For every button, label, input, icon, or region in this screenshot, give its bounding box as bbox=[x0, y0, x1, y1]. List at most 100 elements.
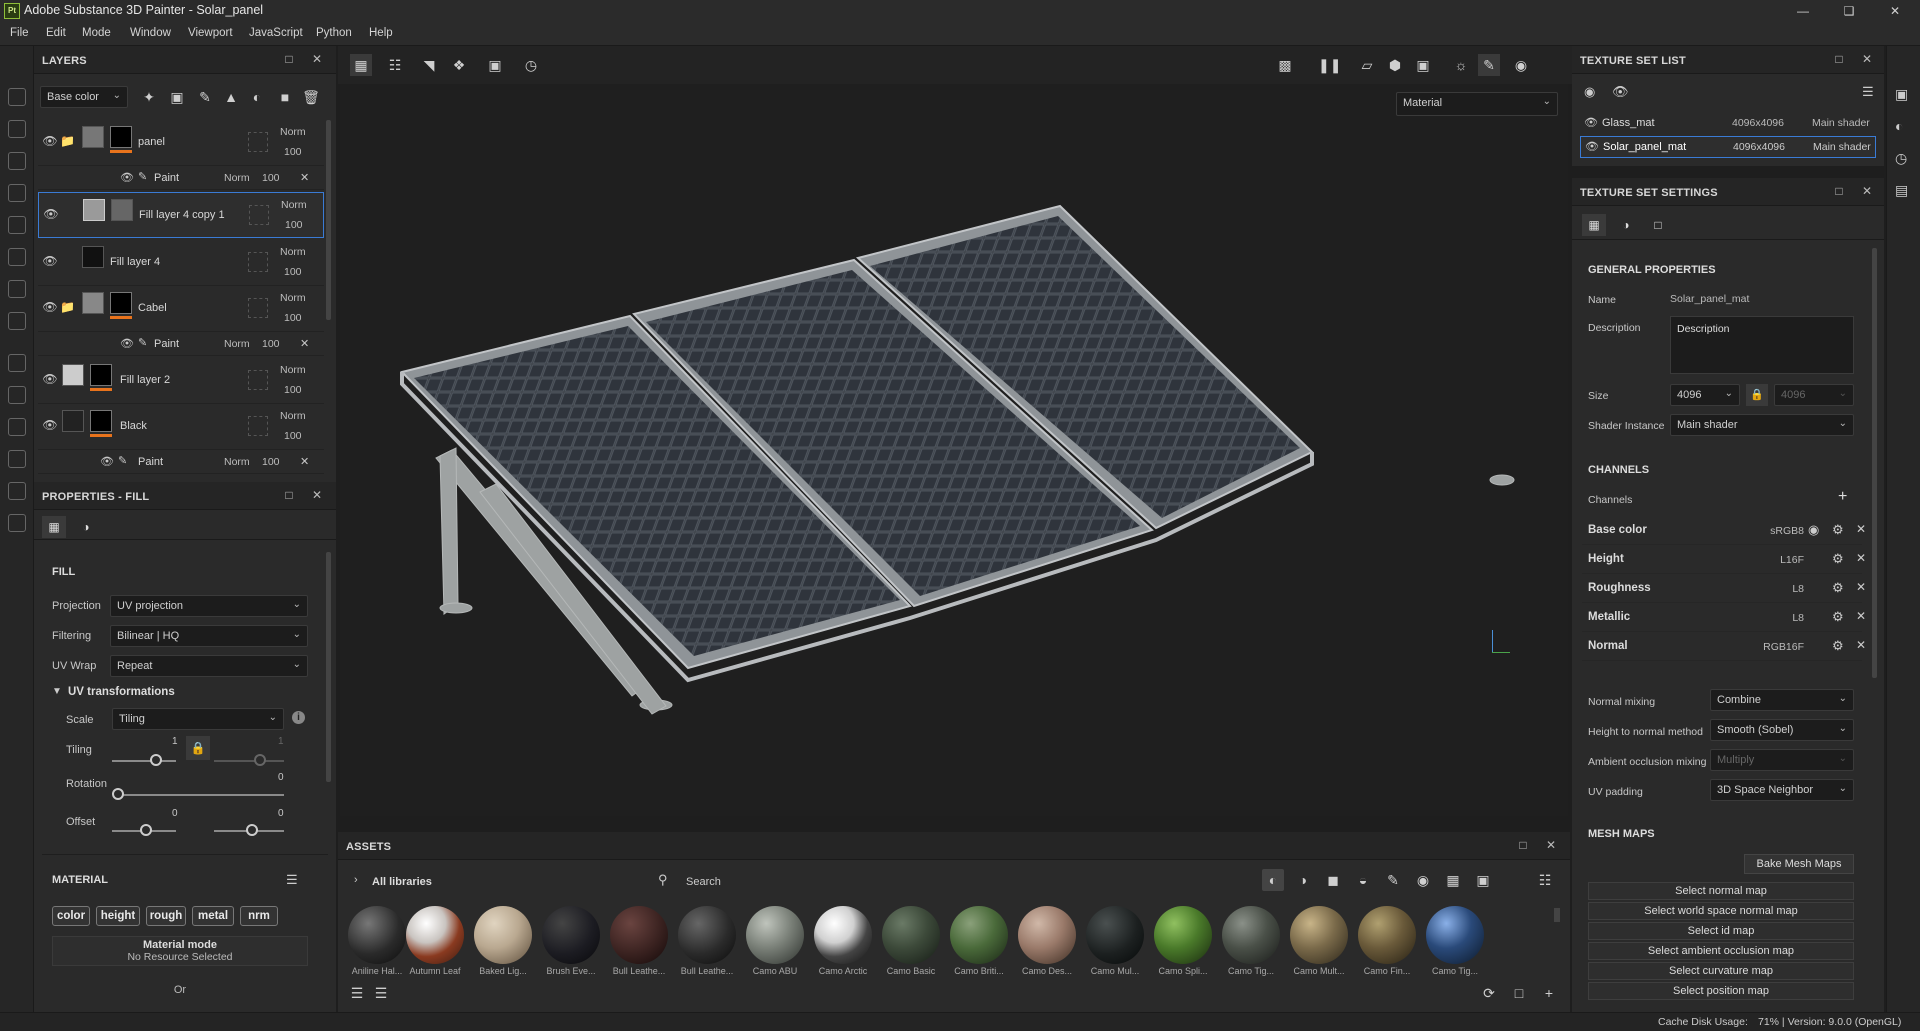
filter-materials-icon[interactable]: ◐ bbox=[1262, 869, 1284, 891]
close-icon[interactable]: ✕ bbox=[310, 488, 324, 502]
close-icon[interactable]: ✕ bbox=[310, 52, 324, 66]
rotation-knob[interactable] bbox=[112, 788, 124, 800]
description-input[interactable]: Description bbox=[1670, 316, 1854, 374]
layer-name[interactable]: Fill layer 4 bbox=[110, 256, 160, 268]
shader-instance-select[interactable]: Main shader ⌄ bbox=[1670, 414, 1854, 436]
tab-material-icon[interactable]: ▦ bbox=[42, 516, 66, 538]
size-select[interactable]: 4096 ⌄ bbox=[1670, 384, 1740, 406]
lock-icon[interactable]: 🔒 bbox=[1746, 384, 1768, 406]
texture-set-shader[interactable]: Main shader bbox=[1812, 117, 1870, 129]
layer-name[interactable]: Fill layer 2 bbox=[120, 374, 170, 386]
remove-channel-icon[interactable]: ✕ bbox=[1856, 551, 1866, 565]
screenshot-icon[interactable]: ◉ bbox=[1510, 54, 1532, 76]
sync-icon[interactable] bbox=[8, 450, 26, 468]
filter-masks-icon[interactable]: ◒ bbox=[1352, 869, 1374, 891]
paint-mode-icon[interactable]: ✎ bbox=[1478, 54, 1500, 76]
texture-set-row[interactable]: 👁 Glass_mat 4096x4096 Main shader bbox=[1580, 112, 1876, 134]
channel-format[interactable]: RGB16F bbox=[1744, 641, 1804, 653]
opacity-value[interactable]: 100 bbox=[285, 219, 303, 231]
visibility-eye-icon[interactable]: 👁 bbox=[42, 418, 58, 434]
visibility-eye-icon[interactable]: 👁 bbox=[43, 207, 59, 223]
collapse-chevron-icon[interactable]: ▼ bbox=[52, 686, 62, 697]
refresh-icon[interactable]: ⟳ bbox=[1478, 982, 1500, 1004]
blend-mode[interactable]: Norm bbox=[224, 172, 250, 184]
layer-name[interactable]: panel bbox=[138, 136, 165, 148]
opacity-value[interactable]: 100 bbox=[284, 384, 302, 396]
channel-format[interactable]: L16F bbox=[1744, 554, 1804, 566]
asset-thumbnail[interactable] bbox=[1426, 906, 1484, 964]
channel-row[interactable]: Base color sRGB8 ◉ ⚙ ✕ bbox=[1582, 516, 1866, 545]
height-to-normal-select[interactable]: Smooth (Sobel) ⌄ bbox=[1710, 719, 1854, 741]
blend-mode[interactable]: Norm bbox=[280, 246, 306, 258]
uv-padding-select[interactable]: 3D Space Neighbor ⌄ bbox=[1710, 779, 1854, 801]
folder-icon[interactable]: 📁 bbox=[60, 300, 75, 314]
mask-slot[interactable] bbox=[248, 132, 268, 152]
float-icon[interactable]: □ bbox=[282, 52, 296, 66]
float-icon[interactable]: □ bbox=[1832, 52, 1846, 66]
channel-row[interactable]: Metallic L8 ⚙ ✕ bbox=[1582, 603, 1866, 632]
folder-icon[interactable]: 📁 bbox=[60, 134, 75, 148]
list-options-icon[interactable]: ☰ bbox=[370, 982, 392, 1004]
grid-view-icon[interactable]: ☷ bbox=[1534, 869, 1556, 891]
library-breadcrumb[interactable]: All libraries bbox=[372, 876, 432, 888]
close-icon[interactable]: ✕ bbox=[300, 171, 309, 184]
add-smart-material-icon[interactable]: ◐ bbox=[246, 86, 268, 108]
environment-icon[interactable]: ☼ bbox=[1450, 54, 1472, 76]
visibility-eye-icon[interactable]: 👁 bbox=[42, 134, 58, 150]
dcc-icon[interactable] bbox=[8, 482, 26, 500]
visibility-eye-icon[interactable]: 👁 bbox=[100, 455, 114, 468]
plugin-icon[interactable] bbox=[8, 514, 26, 532]
gear-icon[interactable]: ⚙ bbox=[1832, 580, 1844, 596]
asset-thumbnail[interactable] bbox=[1086, 906, 1144, 964]
blend-mode[interactable]: Norm bbox=[224, 456, 250, 468]
assets-scrollbar[interactable] bbox=[1554, 908, 1560, 922]
visibility-eye-icon[interactable]: 👁 bbox=[42, 254, 58, 270]
filter-smart-materials-icon[interactable]: ◑ bbox=[1292, 869, 1314, 891]
remove-channel-icon[interactable]: ✕ bbox=[1856, 638, 1866, 652]
measure-icon[interactable] bbox=[8, 418, 26, 436]
channel-row[interactable]: Normal RGB16F ⚙ ✕ bbox=[1582, 632, 1866, 661]
visibility-eye-icon[interactable]: 👁 bbox=[42, 372, 58, 388]
add-fill-layer-icon[interactable]: ▲ bbox=[220, 86, 242, 108]
layer-row[interactable]: 👁 Fill layer 2 Norm 100 bbox=[38, 358, 324, 404]
material-chip-rough[interactable]: rough bbox=[146, 906, 186, 926]
sublayer-name[interactable]: Paint bbox=[154, 172, 179, 184]
hide-ui-icon[interactable]: ▩ bbox=[1274, 54, 1296, 76]
paint-sublayer[interactable]: 👁 ✎ Paint Norm 100 ✕ bbox=[38, 166, 324, 190]
asset-thumbnail[interactable] bbox=[678, 906, 736, 964]
layer-row[interactable]: 👁 Fill layer 4 Norm 100 bbox=[38, 240, 324, 286]
select-ao-map-button[interactable]: Select ambient occlusion map bbox=[1588, 942, 1854, 960]
select-curvature-map-button[interactable]: Select curvature map bbox=[1588, 962, 1854, 980]
material-picker-icon[interactable] bbox=[8, 280, 26, 298]
asset-thumbnail[interactable] bbox=[1290, 906, 1348, 964]
close-icon[interactable]: ✕ bbox=[1544, 838, 1558, 852]
layer-name[interactable]: Black bbox=[120, 420, 147, 432]
material-chip-color[interactable]: color bbox=[52, 906, 90, 926]
layer-row-selected[interactable]: 👁 Fill layer 4 copy 1 Norm 100 bbox=[38, 192, 324, 238]
close-icon[interactable]: ✕ bbox=[1860, 52, 1874, 66]
texture-set-shader[interactable]: Main shader bbox=[1813, 141, 1871, 153]
tab-uv-icon[interactable]: □ bbox=[1646, 214, 1670, 236]
polygon-fill-icon[interactable] bbox=[8, 312, 26, 330]
asset-thumbnail[interactable] bbox=[1222, 906, 1280, 964]
close-icon[interactable]: ✕ bbox=[1872, 0, 1918, 22]
close-icon[interactable]: ✕ bbox=[300, 337, 309, 350]
history-icon[interactable]: ◷ bbox=[520, 54, 542, 76]
mask-slot[interactable] bbox=[248, 298, 268, 318]
asset-thumbnail[interactable] bbox=[1154, 906, 1212, 964]
gear-icon[interactable]: ⚙ bbox=[1832, 638, 1844, 654]
add-paint-layer-icon[interactable]: ✎ bbox=[194, 86, 216, 108]
sublayer-name[interactable]: Paint bbox=[154, 338, 179, 350]
filter-grids-icon[interactable]: ▦ bbox=[1442, 869, 1464, 891]
tss-scrollbar[interactable] bbox=[1872, 248, 1877, 678]
float-icon[interactable]: □ bbox=[1516, 838, 1530, 852]
remove-channel-icon[interactable]: ✕ bbox=[1856, 580, 1866, 594]
blend-mode[interactable]: Norm bbox=[281, 199, 307, 211]
paint-brush-icon[interactable] bbox=[8, 88, 26, 106]
select-position-map-button[interactable]: Select position map bbox=[1588, 982, 1854, 1000]
mirror-x-icon[interactable]: ◥ bbox=[418, 54, 440, 76]
layer-name[interactable]: Cabel bbox=[138, 302, 167, 314]
smudge-icon[interactable] bbox=[8, 216, 26, 234]
add-effect-icon[interactable]: ✦ bbox=[138, 86, 160, 108]
info-icon[interactable]: i bbox=[292, 711, 305, 724]
